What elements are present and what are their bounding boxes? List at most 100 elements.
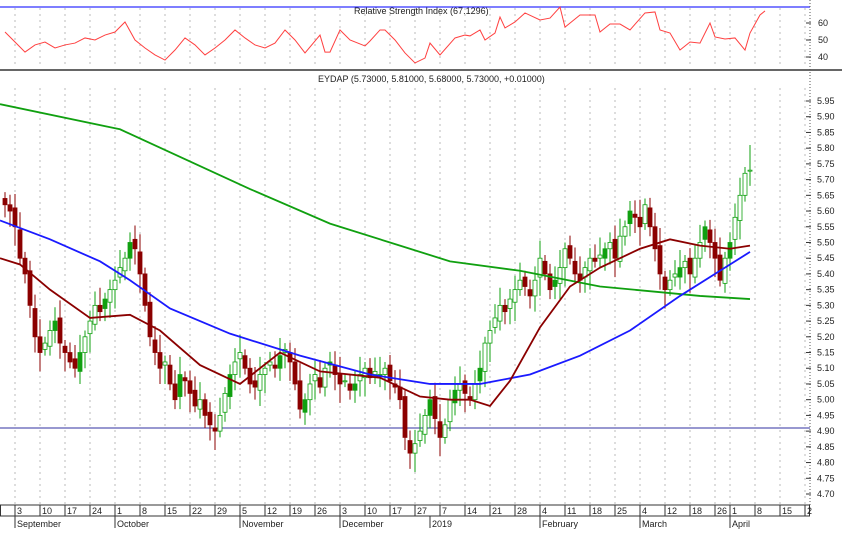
- candle-down: [62, 345, 68, 353]
- candle-up: [602, 248, 608, 259]
- price-tick-label: 5.90: [817, 112, 835, 122]
- candle-down: [182, 377, 188, 382]
- x-day-label: 24: [92, 506, 102, 516]
- price-tick-label: 4.90: [817, 426, 835, 436]
- candle-up: [232, 361, 238, 375]
- x-day-label: 15: [782, 506, 792, 516]
- candle-up: [262, 367, 268, 375]
- stock-chart: Relative Strength Index (67.1296) 60 50 40…: [0, 0, 842, 529]
- candle-up: [257, 374, 263, 391]
- candle-up: [622, 226, 628, 237]
- candle-down: [572, 260, 578, 275]
- candle-up: [742, 172, 748, 196]
- candle-up: [492, 317, 498, 328]
- candle-up: [512, 289, 518, 303]
- candle-up: [52, 320, 58, 331]
- candle-down: [27, 270, 33, 306]
- x-day-label: 11: [567, 506, 576, 516]
- candle-up: [722, 257, 728, 284]
- candle-down: [37, 336, 43, 353]
- candle-up: [487, 330, 493, 344]
- price-tick-label: 4.80: [817, 458, 835, 468]
- candle-up: [352, 383, 358, 391]
- candle-up: [557, 267, 563, 284]
- price-tick-label: 4.75: [817, 473, 835, 483]
- candle-up: [727, 242, 733, 259]
- candle-up: [47, 330, 53, 347]
- candle-up: [307, 383, 313, 401]
- candle-down: [152, 339, 158, 353]
- candle-up: [372, 370, 378, 375]
- price-tick-label: 5.45: [817, 253, 835, 263]
- x-day-label: 15: [167, 506, 177, 516]
- price-tick-label: 5.15: [817, 348, 835, 358]
- rsi-title: Relative Strength Index (67.1296): [354, 6, 489, 16]
- candle-down: [252, 380, 258, 388]
- candle-up: [127, 242, 133, 259]
- candle-down: [707, 229, 713, 243]
- candle-up: [107, 289, 113, 303]
- x-month-label: February: [542, 519, 579, 529]
- candle-up: [507, 298, 513, 309]
- price-title: EYDAP (5.73000, 5.81000, 5.68000, 5.7300…: [318, 74, 545, 84]
- candle-up: [122, 257, 128, 272]
- price-tick-label: 5.05: [817, 379, 835, 389]
- candle-up: [302, 399, 308, 413]
- x-month-label: December: [342, 519, 384, 529]
- price-tick-label: 5.20: [817, 332, 835, 342]
- price-tick-label: 5.30: [817, 300, 835, 310]
- candle-up: [177, 374, 183, 397]
- x-month-label: November: [242, 519, 284, 529]
- candle-up: [747, 169, 753, 172]
- x-day-label: 12: [667, 506, 677, 516]
- candle-down: [17, 229, 23, 259]
- candle-up: [162, 361, 168, 366]
- x-day-label: 4: [542, 506, 547, 516]
- candle-down: [272, 364, 278, 369]
- price-tick-label: 5.95: [817, 96, 835, 106]
- x-day-label: 17: [392, 506, 402, 516]
- price-tick-label: 4.95: [817, 410, 835, 420]
- candle-down: [647, 207, 653, 228]
- rsi-tick-label: 40: [818, 52, 828, 62]
- candle-down: [567, 245, 573, 259]
- candle-up: [477, 367, 483, 382]
- x-day-label: 3: [17, 506, 22, 516]
- candle-down: [172, 383, 178, 401]
- candle-up: [197, 399, 203, 410]
- price-tick-label: 5.60: [817, 206, 835, 216]
- candle-up: [552, 279, 558, 287]
- price-tick-label: 4.70: [817, 489, 835, 499]
- candle-down: [717, 254, 723, 281]
- candle-down: [67, 352, 73, 363]
- candle-down: [72, 358, 78, 369]
- candle-down: [242, 355, 248, 369]
- candle-up: [342, 380, 348, 383]
- candle-up: [587, 257, 593, 272]
- candle-down: [132, 238, 138, 250]
- candle-down: [157, 352, 163, 369]
- x-day-label: 29: [217, 506, 227, 516]
- x-day-label: 10: [367, 506, 377, 516]
- candle-down: [522, 276, 528, 287]
- candle-up: [642, 204, 648, 225]
- candle-down: [147, 301, 153, 338]
- candle-down: [317, 377, 323, 388]
- price-tick-label: 5.65: [817, 190, 835, 200]
- price-tick-label: 5.70: [817, 175, 835, 185]
- candle-down: [687, 257, 693, 275]
- x-day-label: 18: [692, 506, 702, 516]
- candle-down: [437, 421, 443, 438]
- candle-down: [542, 260, 548, 275]
- candle-up: [607, 242, 613, 250]
- candle-down: [662, 276, 668, 291]
- candle-down: [407, 440, 413, 454]
- price-panel: [0, 103, 810, 472]
- x-day-label: 14: [467, 506, 477, 516]
- price-tick-label: 4.85: [817, 442, 835, 452]
- candle-down: [337, 374, 343, 385]
- candle-up: [102, 298, 108, 309]
- candle-up: [87, 320, 93, 335]
- x-day-label: 26: [717, 506, 727, 516]
- candle-down: [347, 383, 353, 391]
